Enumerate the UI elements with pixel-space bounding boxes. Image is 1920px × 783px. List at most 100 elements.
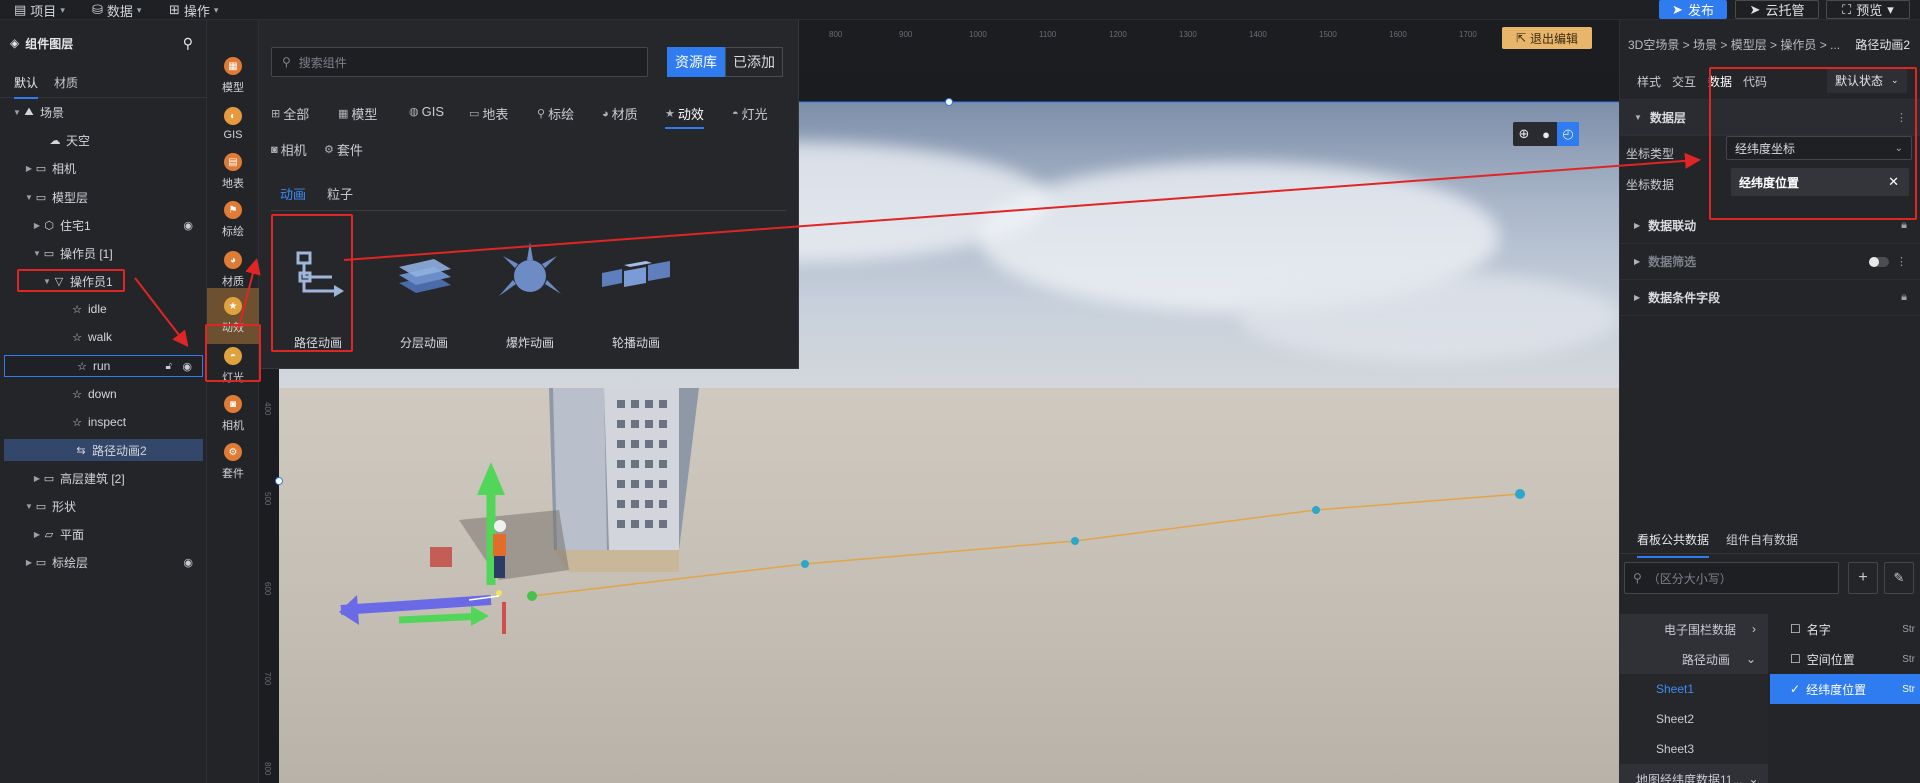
category-kit[interactable]: ⚙ 套件 [324,140,363,159]
tree-node[interactable]: ☆ idle [0,298,203,320]
data-filter-input[interactable]: ⚲ （区分大小写） [1624,562,1839,594]
cloud-hosting-button[interactable]: ➤ 云托管 [1735,0,1819,19]
category-material[interactable]: ◕ 材质 [602,104,638,123]
category-marker[interactable]: ⚲ 标绘 [537,104,574,123]
field-spatial-position[interactable]: ☐ 空间位置 Str [1770,644,1920,674]
more-icon[interactable]: ⋮ [1896,255,1907,268]
weather-icon: ☁ [49,134,61,147]
layer-tabs: 默认 材质 [0,68,207,99]
category-effect[interactable]: ★ 动效 [665,104,704,129]
tree-node[interactable]: ▼ ⛰ 场景 [0,101,203,123]
source-sheet2[interactable]: Sheet2 [1620,704,1768,734]
category-light[interactable]: ◓ 灯光 [732,104,768,123]
path-point[interactable] [1071,537,1079,545]
card-layer-animation[interactable]: 分层动画 [379,216,469,366]
tab-component-own-data[interactable]: 组件自有数据 [1726,531,1798,548]
category-button-kit[interactable]: ⚙ 套件 [207,434,259,490]
eye-icon[interactable]: ◉ [183,219,193,232]
component-search-input[interactable]: ⚲ 搜索组件 [271,47,648,77]
gis-icon: ◍ [409,106,419,118]
tree-node[interactable]: ▶ ▭ 高层建筑 [2] [0,467,203,489]
rotate-icon[interactable]: ◴ [1557,122,1579,146]
field-latlng-position[interactable]: ✓ 经纬度位置 Str [1770,674,1920,704]
tab-added[interactable]: 已添加 [725,47,783,77]
category-camera[interactable]: ◙ 相机 [271,140,307,159]
add-data-button[interactable]: + [1848,562,1878,594]
chevron-right-icon: › [1752,622,1756,636]
caret-right-icon[interactable]: ▶ [32,474,42,483]
category-terrain[interactable]: ▭ 地表 [469,104,508,123]
preview-button[interactable]: ⛶ 预览 ▾ [1826,0,1910,19]
checkbox-icon[interactable]: ☐ [1790,622,1801,636]
path-point[interactable] [801,560,809,568]
section-data-filter[interactable]: ▶ 数据筛选 ⋮ [1620,244,1920,280]
search-icon[interactable]: ⚲ [183,35,193,52]
eye-icon[interactable]: ◉ [182,360,192,373]
category-gis[interactable]: ◍ GIS [409,104,444,119]
edit-data-button[interactable]: ✎ [1884,562,1914,594]
tree-node[interactable]: ▶ ▭ 标绘层 ◉ [0,551,203,573]
caret-down-icon[interactable]: ▼ [32,249,42,258]
caret-right-icon[interactable]: ▶ [24,164,34,173]
globe-icon[interactable]: ⊕ [1513,122,1535,146]
tree-node[interactable]: ▼ ▭ 操作员 [1] [0,242,203,264]
path-icon: ⇆ [76,444,86,457]
source-label: Sheet1 [1656,682,1695,696]
tab-style[interactable]: 样式 [1637,73,1661,90]
menu-operation-label: 操作 [183,3,210,19]
caret-right-icon[interactable]: ▶ [32,530,42,539]
star-icon: ☆ [72,416,82,429]
filter-toggle[interactable] [1869,257,1889,267]
source-path-animation[interactable]: 路径动画 ⌄ [1620,644,1768,674]
exit-edit-button[interactable]: ⇱ 退出编辑 [1502,27,1592,49]
tab-interaction[interactable]: 交互 [1672,73,1696,90]
tree-node[interactable]: ☆ down [0,383,203,405]
tab-default[interactable]: 默认 [14,74,39,99]
source-electronic-fence[interactable]: 电子围栏数据 › [1620,614,1768,644]
tab-board-public-data[interactable]: 看板公共数据 [1637,531,1710,558]
tree-node[interactable]: ▼ ▭ 模型层 [0,186,203,208]
tree-node[interactable]: ☁ 天空 [0,129,203,151]
unlock-icon[interactable]: 🔓︎ [166,361,172,372]
caret-right-icon[interactable]: ▶ [24,558,34,567]
tree-node[interactable]: ☆ inspect [0,411,203,433]
menu-operation[interactable]: ⊞ 操作 ▾ [169,1,218,19]
publish-button[interactable]: ➤ 发布 [1659,0,1727,19]
menu-data[interactable]: ⛁ 数据 ▾ [92,1,141,19]
source-sheet1[interactable]: Sheet1 [1620,674,1768,704]
menu-project[interactable]: ▤ 项目 ▾ [14,1,65,19]
source-map-latlng[interactable]: 地图经纬度数据11... ⌄ [1620,764,1768,783]
eye-icon[interactable]: ◉ [183,556,193,569]
subtab-animation[interactable]: 动画 [280,184,306,203]
source-sheet3[interactable]: Sheet3 [1620,734,1768,764]
tab-material[interactable]: 材质 [54,74,78,97]
checkmark-icon[interactable]: ✓ [1790,682,1800,696]
path-start-point[interactable] [527,591,537,601]
sphere-icon[interactable]: ● [1535,122,1557,146]
caret-down-icon[interactable]: ▼ [24,502,34,511]
category-all[interactable]: ⊞ 全部 [271,104,309,123]
tree-node[interactable]: ▶ ▭ 相机 [0,157,203,179]
tree-node[interactable]: ▼ ▭ 形状 [0,495,203,517]
subtab-particle[interactable]: 粒子 [327,184,353,203]
checkbox-icon[interactable]: ☐ [1790,652,1801,666]
caret-right-icon[interactable]: ▶ [32,221,42,230]
section-data-condition-fields[interactable]: ▶ 数据条件字段 🔒︎ [1620,280,1920,316]
tree-node[interactable]: ☆ walk [0,326,203,348]
tree-node[interactable]: ☆ run ◉ 🔓︎ [4,355,203,377]
path-point[interactable] [1312,506,1320,514]
category-button-marker[interactable]: ⚑ 标绘 [207,192,259,248]
category-model[interactable]: ▦ 模型 [338,104,377,123]
star-icon: ☆ [72,388,82,401]
tree-node[interactable]: ▶ ▱ 平面 [0,523,203,545]
field-name[interactable]: ☐ 名字 Str [1770,614,1920,644]
tab-resource-library[interactable]: 资源库 [667,47,725,77]
path-end-point[interactable] [1515,489,1525,499]
tree-node[interactable]: ⇆ 路径动画2 [4,439,203,461]
caret-down-icon[interactable]: ▼ [12,108,22,117]
tree-node[interactable]: ▶ ⬡ 住宅1 ◉ [0,214,203,236]
caret-down-icon[interactable]: ▼ [24,193,34,202]
card-explosion-animation[interactable]: 爆炸动画 [485,216,575,366]
top-menu-bar: ▤ 项目 ▾ ⛁ 数据 ▾ ⊞ 操作 ▾ ➤ 发布 ➤ 云托管 ⛶ 预览 ▾ [0,0,1920,20]
card-carousel-animation[interactable]: 轮播动画 [591,216,681,366]
